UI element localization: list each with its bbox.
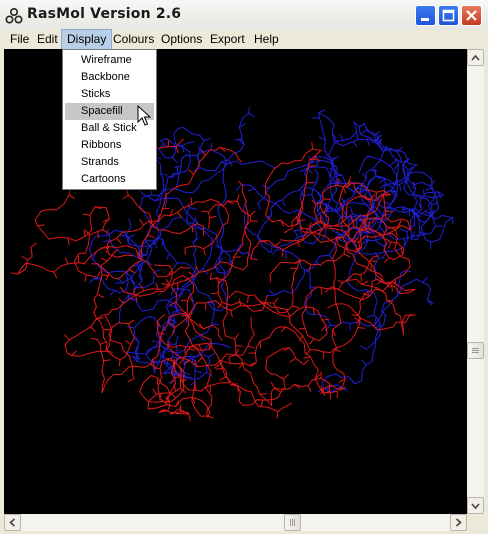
menu-bar: File Edit Display Colours Options Export… [0, 29, 488, 50]
window-title: RasMol Version 2.6 [27, 6, 182, 22]
grip-icon [472, 348, 479, 353]
maximize-icon [442, 9, 455, 22]
maximize-button[interactable] [438, 5, 459, 26]
minimize-icon [421, 18, 429, 21]
rasmol-window: RasMol Version 2.6 File Edit Display Col… [0, 0, 488, 534]
menu-option-cartoons[interactable]: Cartoons [65, 171, 154, 188]
arrow-left-icon [9, 518, 16, 527]
vertical-scroll-thumb[interactable] [467, 342, 484, 359]
mouse-pointer-icon [137, 104, 152, 131]
menu-file[interactable]: File [5, 30, 34, 49]
menu-options[interactable]: Options [156, 30, 207, 49]
rasmol-molecule-icon[interactable] [5, 7, 23, 25]
title-bar[interactable]: RasMol Version 2.6 [0, 0, 488, 31]
menu-option-strands[interactable]: Strands [65, 154, 154, 171]
arrow-up-icon [471, 54, 480, 61]
scroll-up-button[interactable] [467, 49, 484, 66]
horizontal-scrollbar[interactable] [4, 514, 467, 531]
arrow-right-icon [455, 518, 462, 527]
scroll-right-button[interactable] [450, 514, 467, 531]
arrow-down-icon [471, 503, 480, 510]
menu-export[interactable]: Export [205, 30, 250, 49]
grip-icon [290, 519, 295, 526]
menu-edit[interactable]: Edit [32, 30, 63, 49]
close-button[interactable] [461, 5, 482, 26]
menu-colours[interactable]: Colours [108, 30, 159, 49]
close-icon [466, 10, 477, 21]
menu-display[interactable]: Display [60, 29, 113, 50]
vertical-scrollbar[interactable] [467, 49, 484, 514]
scrollbar-corner [467, 514, 484, 531]
horizontal-scroll-thumb[interactable] [284, 514, 301, 531]
minimize-button[interactable] [415, 5, 436, 26]
menu-help[interactable]: Help [249, 30, 284, 49]
menu-option-backbone[interactable]: Backbone [65, 69, 154, 86]
menu-option-sticks[interactable]: Sticks [65, 86, 154, 103]
scroll-down-button[interactable] [467, 497, 484, 514]
scroll-left-button[interactable] [4, 514, 21, 531]
menu-option-wireframe[interactable]: Wireframe [65, 52, 154, 69]
menu-option-ribbons[interactable]: Ribbons [65, 137, 154, 154]
